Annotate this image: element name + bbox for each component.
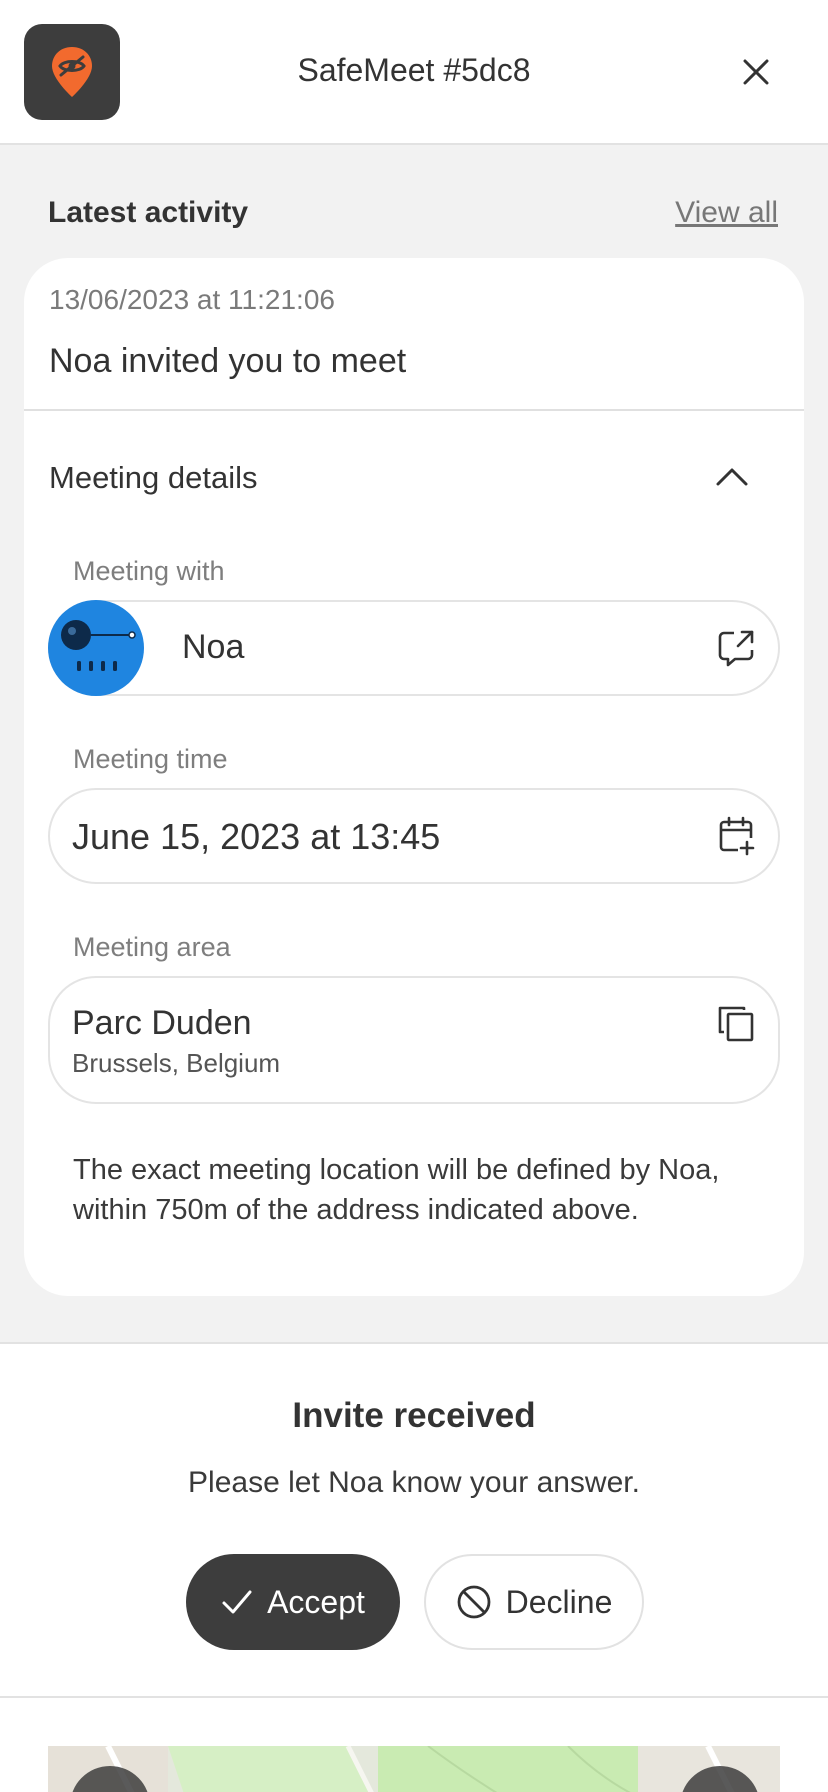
meeting-with-field: Noa	[48, 600, 780, 696]
meeting-time-label: Meeting time	[73, 744, 228, 774]
meeting-area-label: Meeting area	[73, 932, 231, 962]
header-title: SafeMeet #5dc8	[297, 52, 531, 88]
open-external-icon[interactable]	[716, 628, 756, 668]
map-tiles	[48, 1746, 780, 1792]
chevron-up-icon	[716, 468, 748, 486]
meeting-area-field: Parc Duden Brussels, Belgium	[48, 976, 780, 1104]
meeting-area-map[interactable]	[48, 1746, 780, 1792]
meeting-time-value: June 15, 2023 at 13:45	[72, 816, 441, 857]
meeting-details-toggle[interactable]: Meeting details	[24, 448, 804, 508]
meeting-area-name: Parc Duden	[72, 1004, 252, 1042]
decline-button[interactable]: Decline	[424, 1554, 644, 1650]
accept-button-label: Accept	[267, 1583, 365, 1620]
meeting-details-title: Meeting details	[49, 460, 258, 495]
avatar	[48, 600, 144, 696]
copy-icon[interactable]	[716, 1004, 756, 1044]
card-divider	[24, 409, 804, 411]
meeting-location-note: The exact meeting location will be defin…	[73, 1154, 720, 1226]
invite-panel: Invite received Please let Noa know your…	[0, 1342, 828, 1792]
activity-card: 13/06/2023 at 11:21:06 Noa invited you t…	[24, 258, 804, 1296]
event-timestamp: 13/06/2023 at 11:21:06	[49, 284, 335, 315]
view-all-link[interactable]: View all	[675, 196, 778, 230]
robot-avatar-icon	[61, 620, 136, 671]
activity-title: Latest activity	[48, 196, 249, 229]
calendar-add-icon[interactable]	[716, 816, 756, 856]
activity-section-header: Latest activity View all	[48, 194, 778, 238]
meeting-with-label: Meeting with	[73, 556, 225, 586]
meeting-area-city: Brussels, Belgium	[72, 1048, 281, 1078]
bottom-divider	[0, 1696, 828, 1698]
close-button[interactable]	[736, 52, 776, 92]
app-header: SafeMeet #5dc8	[0, 0, 828, 145]
event-message: Noa invited you to meet	[49, 342, 407, 380]
accept-button[interactable]: Accept	[186, 1554, 400, 1650]
meeting-with-name: Noa	[182, 628, 245, 666]
invite-title: Invite received	[292, 1396, 536, 1435]
prohibited-icon	[457, 1585, 491, 1619]
decline-button-label: Decline	[505, 1583, 613, 1620]
invite-subtitle: Please let Noa know your answer.	[188, 1466, 640, 1499]
check-icon	[222, 1590, 252, 1614]
close-icon	[743, 59, 769, 85]
meeting-time-field: June 15, 2023 at 13:45	[48, 788, 780, 884]
